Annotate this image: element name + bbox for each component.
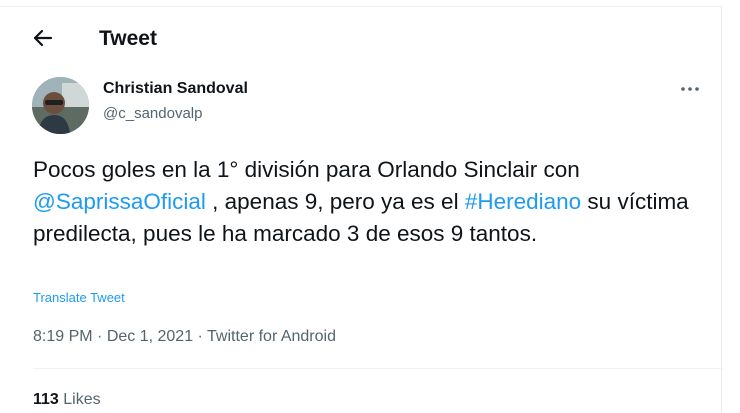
hashtag-link[interactable]: #Herediano xyxy=(465,189,581,214)
tweet-text-part: Pocos goles en la 1° división para Orlan… xyxy=(33,157,580,182)
arrow-left-icon xyxy=(33,29,53,47)
avatar-image xyxy=(32,77,89,134)
tweet-time[interactable]: 8:19 PM xyxy=(33,328,93,345)
tweet-header: Tweet xyxy=(0,7,722,67)
meta-separator: · xyxy=(193,328,208,345)
likes-stat[interactable]: 113 Likes xyxy=(33,390,101,410)
author-handle[interactable]: @c_sandovalp xyxy=(103,104,202,124)
page-title: Tweet xyxy=(99,27,157,50)
back-button[interactable] xyxy=(26,21,60,55)
meta-separator: · xyxy=(92,328,107,345)
tweet-date[interactable]: Dec 1, 2021 xyxy=(107,328,193,345)
translate-tweet-link[interactable]: Translate Tweet xyxy=(33,290,125,305)
avatar[interactable] xyxy=(32,77,89,134)
likes-count: 113 xyxy=(33,391,59,408)
divider xyxy=(33,368,723,369)
more-options-button[interactable] xyxy=(676,79,704,99)
tweet-meta: 8:19 PM · Dec 1, 2021 · Twitter for Andr… xyxy=(33,327,336,347)
tweet-source[interactable]: Twitter for Android xyxy=(207,328,336,345)
tweet-panel: Tweet Christian Sandoval @c_sandovalp Po… xyxy=(0,6,723,413)
tweet-text: Pocos goles en la 1° división para Orlan… xyxy=(33,154,713,250)
mention-link[interactable]: @SaprissaOficial xyxy=(33,189,206,214)
author-name[interactable]: Christian Sandoval xyxy=(103,79,248,99)
likes-label: Likes xyxy=(58,391,101,408)
more-horizontal-icon xyxy=(681,87,699,91)
tweet-text-part: , apenas 9, pero ya es el xyxy=(205,189,465,214)
